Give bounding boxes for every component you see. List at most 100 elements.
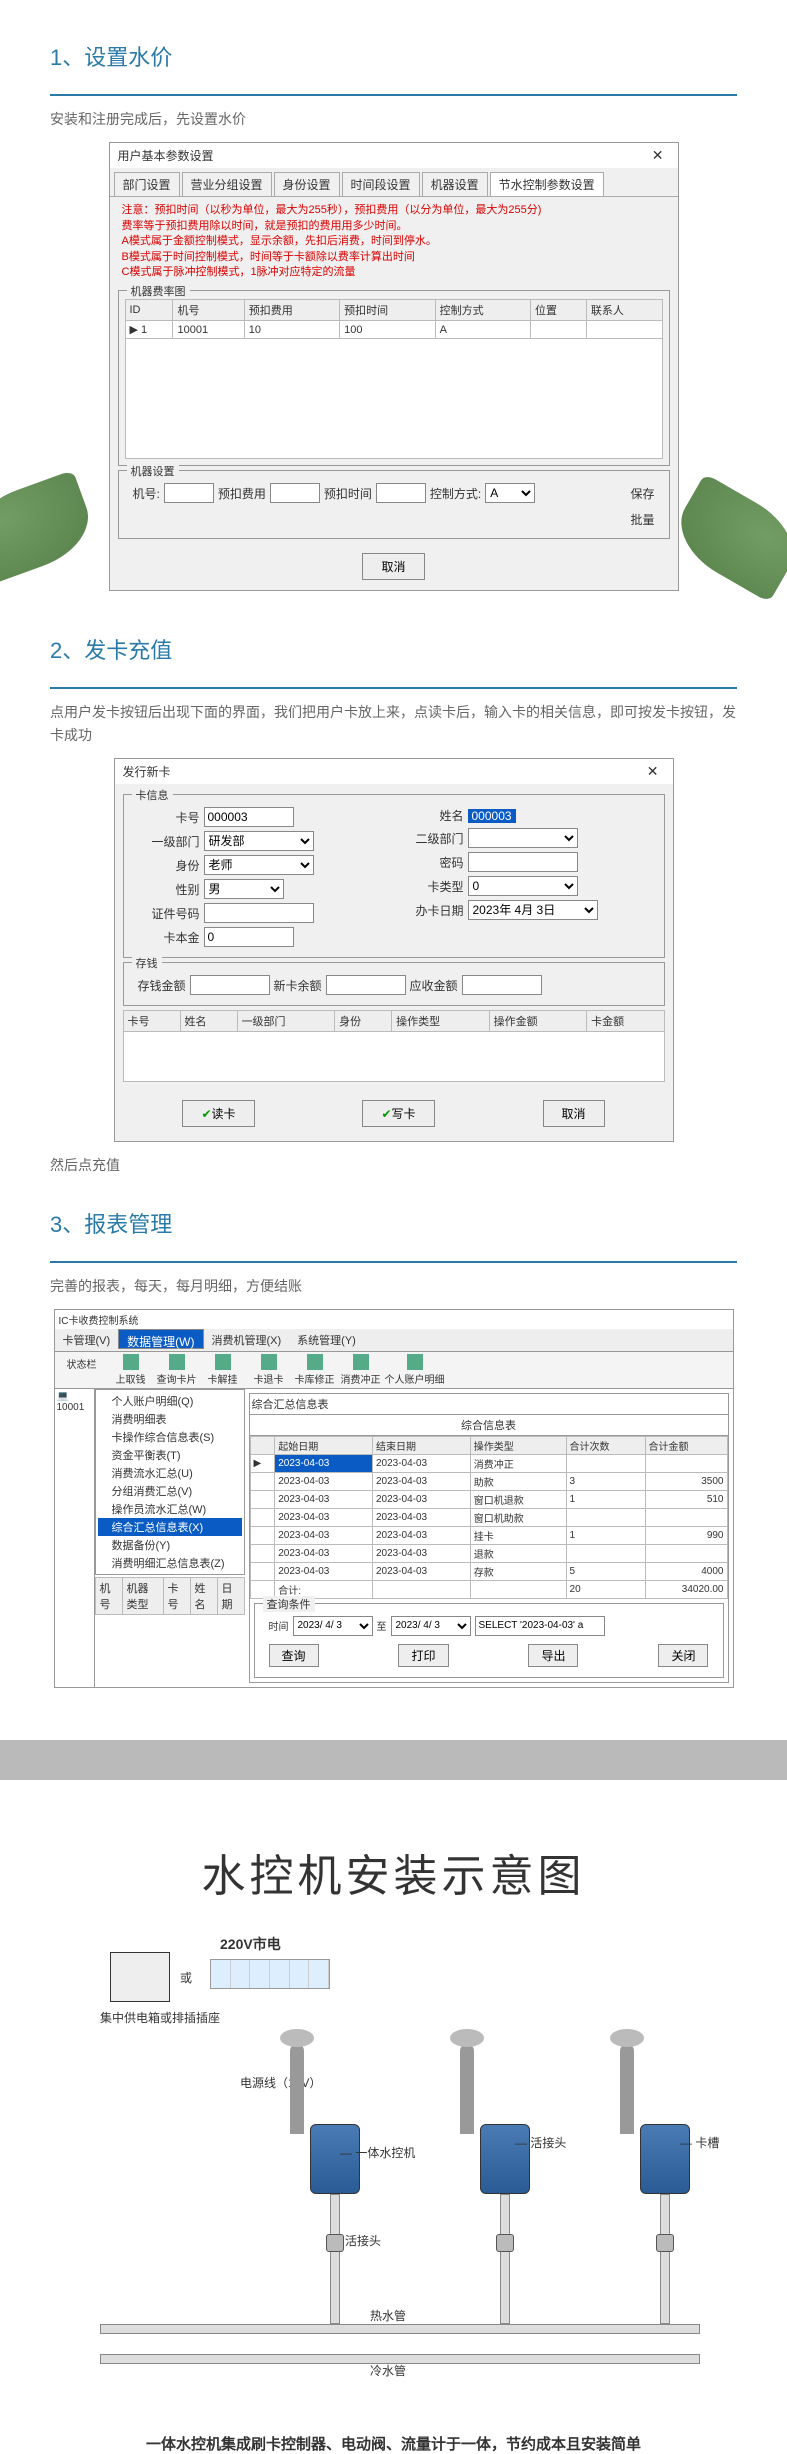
newbal-input[interactable] xyxy=(326,975,406,995)
tab-group[interactable]: 营业分组设置 xyxy=(182,172,272,196)
tab-dept[interactable]: 部门设置 xyxy=(114,172,180,196)
label-dept2: 二级部门 xyxy=(394,830,464,847)
section3-desc: 完善的报表，每天，每月明细，方便结账 xyxy=(50,1275,737,1297)
hot-pipe xyxy=(100,2324,700,2334)
tool-fixdb[interactable]: 卡库修正 xyxy=(293,1354,337,1386)
dept1-select[interactable]: 研发部 xyxy=(204,831,314,851)
tree-backup[interactable]: 数据备份(Y) xyxy=(98,1536,242,1554)
group-card-info: 卡信息 xyxy=(132,787,173,803)
sql-input[interactable] xyxy=(475,1616,605,1636)
tree-personal[interactable]: 个人账户明细(Q) xyxy=(98,1392,242,1410)
close-icon[interactable]: ✕ xyxy=(646,147,670,164)
due-input[interactable] xyxy=(462,975,542,995)
label-slot: — 卡槽 xyxy=(680,2134,719,2151)
label-joint2: 活接头 xyxy=(345,2232,381,2249)
principal-input[interactable] xyxy=(204,927,294,947)
time-input[interactable] xyxy=(376,483,426,503)
date-from[interactable]: 2023/ 4/ 3 xyxy=(293,1616,373,1636)
tab-identity[interactable]: 身份设置 xyxy=(274,172,340,196)
toolbar: 状态栏 上取钱 查询卡片 卡解挂 卡退卡 卡库修正 消费冲正 个人账户明细 xyxy=(55,1352,733,1389)
table-row[interactable]: ▶ 11000110 100A xyxy=(125,321,662,339)
save-button[interactable]: 保存 xyxy=(630,485,654,502)
diagram-title: 水控机安装示意图 xyxy=(0,1840,787,1904)
tree-flow[interactable]: 消费流水汇总(U) xyxy=(98,1464,242,1482)
gender-select[interactable]: 男 xyxy=(204,879,284,899)
shower-icon xyxy=(290,2044,304,2134)
label-identity: 身份 xyxy=(130,857,200,874)
tool-reverse[interactable]: 消费冲正 xyxy=(339,1354,383,1386)
tab-water-control[interactable]: 节水控制参数设置 xyxy=(490,172,604,196)
tool-unlock[interactable]: 卡解挂 xyxy=(201,1354,245,1386)
shower-icon xyxy=(460,2044,474,2134)
menu-system[interactable]: 系统管理(Y) xyxy=(289,1329,364,1351)
tree-opflow[interactable]: 操作员流水汇总(W) xyxy=(98,1500,242,1518)
dept2-select[interactable] xyxy=(468,828,578,848)
deposit-input[interactable] xyxy=(190,975,270,995)
batch-button[interactable]: 批量 xyxy=(630,511,654,528)
label-fee: 预扣费用 xyxy=(218,485,266,502)
label-pwd: 密码 xyxy=(394,854,464,871)
label-device: — 一体水控机 xyxy=(340,2144,415,2161)
joint-icon xyxy=(656,2234,674,2252)
cancel-button[interactable]: 取消 xyxy=(362,553,424,580)
section2-title: 2、发卡充值 xyxy=(50,633,737,665)
table-row[interactable]: 2023-04-032023-04-03窗口机退款1510 xyxy=(250,1490,727,1508)
table-row[interactable]: 2023-04-032023-04-03助款33500 xyxy=(250,1472,727,1490)
tree-group[interactable]: 分组消费汇总(V) xyxy=(98,1482,242,1500)
label-cold: 冷水管 xyxy=(370,2362,406,2379)
menu-card[interactable]: 卡管理(V) xyxy=(55,1329,119,1351)
cardtype-select[interactable]: 0 xyxy=(468,876,578,896)
mode-select[interactable]: A xyxy=(485,483,535,503)
table-row[interactable]: ▶2023-04-032023-04-03消费冲正 xyxy=(250,1454,727,1472)
label-mains: 220V市电 xyxy=(220,1934,281,1954)
tree-consume-sum[interactable]: 消费明细汇总信息表(Z) xyxy=(98,1554,242,1572)
diagram-caption: 一体水控机集成刷卡控制器、电动阀、流量计于一体，节约成本且安装简单 xyxy=(40,2433,747,2454)
print-button[interactable]: 打印 xyxy=(398,1644,448,1667)
label-deposit: 存钱金额 xyxy=(138,977,186,994)
cardno-input[interactable] xyxy=(204,807,294,827)
tab-machine[interactable]: 机器设置 xyxy=(422,172,488,196)
menu-data[interactable]: 数据管理(W) xyxy=(118,1329,203,1349)
cert-input[interactable] xyxy=(204,903,314,923)
group-deposit: 存钱 xyxy=(132,955,162,971)
label-or: 或 xyxy=(180,1969,192,1986)
table-row[interactable]: 2023-04-032023-04-03窗口机助款 xyxy=(250,1508,727,1526)
group-machine-set: 机器设置 xyxy=(127,463,179,479)
tree-detail[interactable]: 消费明细表 xyxy=(98,1410,242,1428)
close-icon[interactable]: ✕ xyxy=(641,763,665,780)
cancel-button[interactable]: 取消 xyxy=(543,1100,605,1127)
table-row[interactable]: 2023-04-032023-04-03退款 xyxy=(250,1544,727,1562)
group-rate: 机器费率图 xyxy=(127,283,190,299)
tab-period[interactable]: 时间段设置 xyxy=(342,172,420,196)
close-button[interactable]: 关闭 xyxy=(658,1644,708,1667)
tool-refund[interactable]: 卡退卡 xyxy=(247,1354,291,1386)
rate-table: ID机号预扣费用 预扣时间控制方式位置 联系人 ▶ 11000110 100A xyxy=(125,299,663,339)
tree-summary[interactable]: 综合汇总信息表(X) xyxy=(98,1518,242,1536)
section1-desc: 安装和注册完成后，先设置水价 xyxy=(50,108,737,130)
date-to[interactable]: 2023/ 4/ 3 xyxy=(391,1616,471,1636)
read-card-button[interactable]: ✔读卡 xyxy=(182,1100,254,1127)
tree-balance[interactable]: 资金平衡表(T) xyxy=(98,1446,242,1464)
fee-input[interactable] xyxy=(270,483,320,503)
label-time: 预扣时间 xyxy=(324,485,372,502)
write-card-button[interactable]: ✔写卡 xyxy=(362,1100,434,1127)
date-select[interactable]: 2023年 4月 3日 xyxy=(468,900,598,920)
name-field[interactable]: 000003 xyxy=(468,809,516,823)
tool-personal[interactable]: 个人账户明细 xyxy=(385,1354,445,1386)
tree-cardop[interactable]: 卡操作综合信息表(S) xyxy=(98,1428,242,1446)
report-subtitle: 综合信息表 xyxy=(250,1415,728,1436)
menu-machine[interactable]: 消费机管理(X) xyxy=(204,1329,290,1351)
table-row[interactable]: 2023-04-032023-04-03存款54000 xyxy=(250,1562,727,1580)
query-button[interactable]: 查询 xyxy=(269,1644,319,1667)
table-row[interactable]: 2023-04-032023-04-03挂卡1990 xyxy=(250,1526,727,1544)
table-row[interactable]: 合计:2034020.00 xyxy=(250,1580,727,1598)
identity-select[interactable]: 老师 xyxy=(204,855,314,875)
machine-input[interactable] xyxy=(164,483,214,503)
pwd-input[interactable] xyxy=(468,852,578,872)
label-hot: 热水管 xyxy=(370,2307,406,2324)
tool-withdraw[interactable]: 上取钱 xyxy=(109,1354,153,1386)
label-cardno: 卡号 xyxy=(130,809,200,826)
tool-query[interactable]: 查询卡片 xyxy=(155,1354,199,1386)
label-joint1: — 活接头 xyxy=(515,2134,566,2151)
export-button[interactable]: 导出 xyxy=(528,1644,578,1667)
